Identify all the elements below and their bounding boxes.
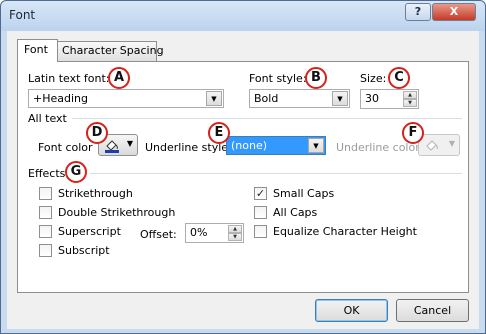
size-label: Size: (360, 72, 387, 85)
underline-color-button[interactable]: ▼ (418, 134, 460, 156)
font-style-combo[interactable]: Bold ▼ (249, 89, 350, 108)
underline-color-label: Underline color (336, 141, 420, 154)
small-caps-checkbox[interactable]: ✓ (254, 187, 267, 200)
tab-character-spacing-label: Character Spacing (62, 44, 164, 57)
latin-font-label: Latin text font: (28, 72, 110, 85)
superscript-checkbox[interactable] (39, 225, 52, 238)
close-button[interactable]: X (432, 3, 476, 21)
spin-up-icon[interactable]: ▲ (403, 91, 417, 99)
latin-font-combo[interactable]: +Heading ▼ (28, 89, 224, 108)
all-caps-label: All Caps (273, 206, 318, 219)
paint-bucket-icon (426, 140, 438, 151)
help-button[interactable]: ? (405, 3, 431, 21)
underline-style-value: (none) (231, 139, 268, 152)
strikethrough-label: Strikethrough (58, 187, 133, 200)
callout-e: E (208, 122, 230, 144)
effects-divider (90, 173, 462, 174)
spin-down-icon[interactable]: ▼ (228, 233, 242, 241)
equalize-height-label: Equalize Character Height (273, 225, 417, 238)
double-strikethrough-checkbox[interactable] (39, 206, 52, 219)
all-text-heading: All text (28, 112, 67, 125)
latin-font-value: +Heading (33, 92, 88, 105)
chevron-down-icon: ▼ (448, 139, 455, 148)
tab-font[interactable]: Font (17, 39, 58, 62)
chevron-down-icon[interactable]: ▼ (332, 91, 348, 106)
subscript-label: Subscript (58, 244, 110, 257)
callout-a: A (108, 67, 130, 89)
callout-g: G (65, 161, 87, 183)
spin-up-icon[interactable]: ▲ (228, 225, 242, 233)
callout-f: F (402, 122, 424, 144)
superscript-label: Superscript (58, 225, 121, 238)
font-color-label: Font color (38, 141, 93, 154)
ok-button[interactable]: OK (315, 299, 388, 322)
tab-font-label: Font (24, 43, 48, 56)
callout-c: C (388, 67, 410, 89)
callout-b: B (305, 67, 327, 89)
all-caps-checkbox[interactable] (254, 206, 267, 219)
double-strikethrough-label: Double Strikethrough (58, 206, 176, 219)
chevron-down-icon: ▼ (126, 139, 133, 148)
font-tab-panel: Latin text font: A +Heading ▼ Font style… (17, 61, 469, 293)
paint-bucket-icon (105, 140, 119, 153)
chevron-down-icon[interactable]: ▼ (206, 91, 222, 106)
small-caps-label: Small Caps (273, 187, 335, 200)
size-spin-buttons: ▲ ▼ (403, 91, 417, 107)
offset-spin-buttons: ▲ ▼ (228, 225, 242, 241)
tab-character-spacing[interactable]: Character Spacing (57, 41, 164, 61)
callout-d: D (86, 122, 108, 144)
equalize-height-checkbox[interactable] (254, 225, 267, 238)
strikethrough-checkbox[interactable] (39, 187, 52, 200)
font-style-label: Font style: (249, 72, 307, 85)
chevron-down-icon[interactable]: ▼ (308, 138, 324, 153)
effects-heading: Effects (28, 167, 66, 180)
size-value: 30 (365, 92, 379, 105)
offset-label: Offset: (140, 228, 177, 241)
dialog-body: Character Spacing Font Latin text font: … (7, 31, 479, 329)
title-bar: Font ? X (1, 1, 485, 31)
spin-down-icon[interactable]: ▼ (403, 99, 417, 107)
cancel-button[interactable]: Cancel (396, 299, 469, 322)
offset-value: 0% (190, 226, 208, 239)
dialog-title: Font (9, 8, 36, 22)
subscript-checkbox[interactable] (39, 244, 52, 257)
size-spinner[interactable]: 30 ▲ ▼ (360, 89, 419, 109)
offset-spinner[interactable]: 0% ▲ ▼ (185, 223, 244, 243)
font-style-value: Bold (254, 92, 279, 105)
underline-style-combo[interactable]: (none) ▼ (226, 136, 326, 155)
font-dialog: Font ? X Character Spacing Font Latin te… (0, 0, 486, 334)
all-text-divider (72, 118, 462, 119)
